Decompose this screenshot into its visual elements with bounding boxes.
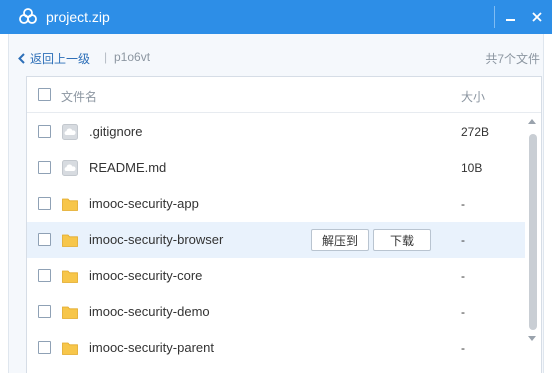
file-size: - — [461, 341, 465, 355]
table-row[interactable]: imooc-security-browser 解压到 下载 - — [27, 222, 525, 258]
table-row[interactable]: imooc-security-parent - — [27, 330, 525, 366]
file-rows: .gitignore 272B README.md 10B imooc-secu… — [27, 114, 525, 373]
file-size: - — [461, 233, 465, 247]
breadcrumb-separator: | — [104, 50, 108, 64]
table-row[interactable]: imooc-security-demo - — [27, 294, 525, 330]
file-name[interactable]: imooc-security-browser — [89, 233, 223, 247]
back-label: 返回上一级 — [30, 52, 91, 66]
row-checkbox[interactable] — [38, 305, 51, 318]
folder-icon — [62, 232, 78, 248]
folder-icon — [62, 304, 78, 320]
file-size: 272B — [461, 125, 490, 139]
file-name[interactable]: imooc-security-app — [89, 197, 199, 211]
window-title: project.zip — [46, 9, 110, 25]
title-bar: project.zip — [0, 0, 552, 34]
close-icon — [532, 12, 542, 22]
cloud-logo-icon — [18, 8, 38, 26]
row-checkbox[interactable] — [38, 269, 51, 282]
close-button[interactable] — [526, 6, 548, 28]
table-row[interactable]: imooc-security-app - — [27, 186, 525, 222]
column-header-size: 大小 — [461, 90, 486, 104]
extract-to-button[interactable]: 解压到 — [311, 229, 369, 251]
file-icon — [62, 124, 78, 140]
back-button[interactable]: 返回上一级 — [18, 50, 90, 67]
folder-icon — [62, 196, 78, 212]
select-all-checkbox[interactable] — [38, 88, 51, 101]
table-header: 文件名 大小 — [27, 77, 541, 113]
file-count: 共7个文件 — [485, 52, 540, 66]
file-name[interactable]: imooc-security-core — [89, 269, 202, 283]
file-name[interactable]: imooc-security-demo — [89, 305, 210, 319]
row-checkbox[interactable] — [38, 161, 51, 174]
table-row[interactable]: imooc-security-core - — [27, 258, 525, 294]
file-list-panel: 文件名 大小 .gitignore 272B README.md 10B imo… — [26, 76, 542, 373]
minimize-icon — [506, 19, 515, 21]
chevron-left-icon — [18, 53, 25, 64]
column-header-name: 文件名 — [61, 90, 98, 104]
row-checkbox[interactable] — [38, 125, 51, 138]
table-row[interactable]: .gitignore 272B — [27, 114, 525, 150]
file-size: - — [461, 269, 465, 283]
title-separator — [494, 6, 495, 28]
row-checkbox[interactable] — [38, 341, 51, 354]
file-size: 10B — [461, 161, 483, 175]
row-checkbox[interactable] — [38, 197, 51, 210]
file-name[interactable]: README.md — [89, 161, 166, 175]
file-name[interactable]: imooc-security-parent — [89, 341, 214, 355]
download-button[interactable]: 下载 — [373, 229, 431, 251]
scroll-up-arrow-icon[interactable] — [528, 119, 536, 124]
file-icon — [62, 160, 78, 176]
minimize-button[interactable] — [500, 6, 522, 28]
file-name[interactable]: .gitignore — [89, 125, 142, 139]
file-size: - — [461, 305, 465, 319]
folder-icon — [62, 268, 78, 284]
nav-bar: 返回上一级 | p1o6vt 共7个文件 — [18, 48, 544, 68]
folder-icon — [62, 340, 78, 356]
scroll-down-arrow-icon[interactable] — [528, 336, 536, 341]
file-size: - — [461, 197, 465, 211]
table-row[interactable]: README.md 10B — [27, 150, 525, 186]
scroll-thumb[interactable] — [529, 134, 537, 330]
vertical-scrollbar[interactable] — [525, 114, 541, 373]
breadcrumb-current: p1o6vt — [114, 50, 151, 64]
row-checkbox[interactable] — [38, 233, 51, 246]
